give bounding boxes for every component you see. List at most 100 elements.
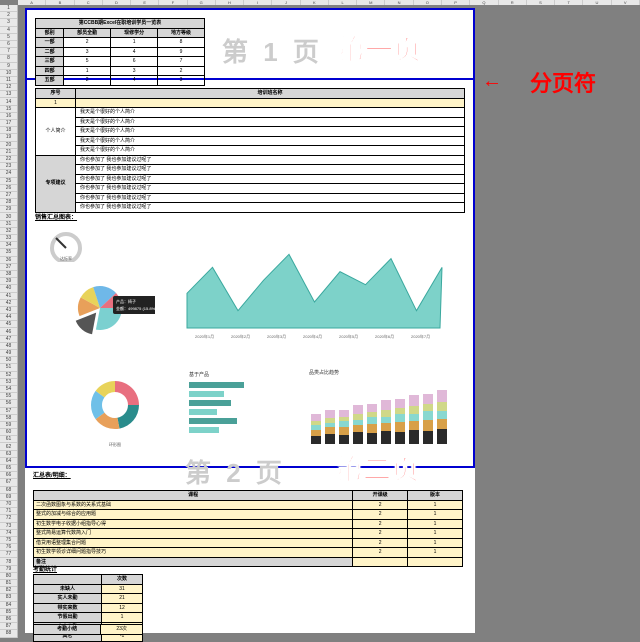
row-header[interactable]: 70	[0, 501, 17, 508]
row-header[interactable]: 37	[0, 264, 17, 271]
col-header[interactable]: B	[46, 0, 74, 5]
course-list-table[interactable]: 课程 开课级 版本 二次函数图象与系数的关系式基础21整式的加减与综合的应用题2…	[33, 490, 463, 567]
row-header[interactable]: 45	[0, 321, 17, 328]
row-header[interactable]: 52	[0, 372, 17, 379]
row-header[interactable]: 55	[0, 393, 17, 400]
row-header[interactable]: 85	[0, 609, 17, 616]
row-header[interactable]: 68	[0, 487, 17, 494]
row-header[interactable]: 9	[0, 63, 17, 70]
row-header[interactable]: 30	[0, 213, 17, 220]
row-header[interactable]: 19	[0, 134, 17, 141]
row-header[interactable]: 50	[0, 357, 17, 364]
column-headers[interactable]: 'ABCDEFGHIJKLMNOPQRSTUV'.split('').forEa…	[18, 0, 640, 5]
row-header[interactable]: 74	[0, 530, 17, 537]
row-header[interactable]: 32	[0, 228, 17, 235]
col-header[interactable]: M	[357, 0, 385, 5]
row-header[interactable]: 6	[0, 41, 17, 48]
row-header[interactable]: 15	[0, 106, 17, 113]
row-header[interactable]: 39	[0, 278, 17, 285]
row-header[interactable]: 34	[0, 242, 17, 249]
row-header[interactable]: 84	[0, 602, 17, 609]
row-header[interactable]: 40	[0, 285, 17, 292]
col-header[interactable]: A	[18, 0, 46, 5]
row-header[interactable]: 16	[0, 113, 17, 120]
col-header[interactable]: O	[414, 0, 442, 5]
row-header[interactable]: 28	[0, 199, 17, 206]
col-header[interactable]: E	[131, 0, 159, 5]
row-header[interactable]: 73	[0, 523, 17, 530]
row-header[interactable]: 61	[0, 436, 17, 443]
col-header[interactable]: D	[103, 0, 131, 5]
row-header[interactable]: 22	[0, 156, 17, 163]
col-header[interactable]: Q	[470, 0, 498, 5]
col-header[interactable]: G	[188, 0, 216, 5]
row-header[interactable]: 56	[0, 400, 17, 407]
col-header[interactable]: S	[527, 0, 555, 5]
col-header[interactable]: F	[159, 0, 187, 5]
row-header[interactable]: 77	[0, 551, 17, 558]
row-header[interactable]: 75	[0, 537, 17, 544]
row-header[interactable]: 27	[0, 192, 17, 199]
row-header[interactable]: 71	[0, 508, 17, 515]
row-header[interactable]: 12	[0, 84, 17, 91]
row-header[interactable]: 5	[0, 34, 17, 41]
row-header[interactable]: 76	[0, 544, 17, 551]
row-header[interactable]: 3	[0, 19, 17, 26]
row-header[interactable]: 42	[0, 300, 17, 307]
row-header[interactable]: 80	[0, 573, 17, 580]
col-header[interactable]: I	[244, 0, 272, 5]
col-header[interactable]: P	[442, 0, 470, 5]
row-header[interactable]: 13	[0, 91, 17, 98]
row-header[interactable]: 62	[0, 443, 17, 450]
top-summary-table[interactable]: 第CCBB期Excel在职培训学员一览表 部别 部员全勤 现修学分 地方等级 一…	[35, 18, 205, 86]
row-header[interactable]: 14	[0, 98, 17, 105]
col-header[interactable]: K	[301, 0, 329, 5]
row-header[interactable]: 21	[0, 149, 17, 156]
row-header[interactable]: 38	[0, 271, 17, 278]
row-header[interactable]: 59	[0, 422, 17, 429]
row-header[interactable]: 41	[0, 293, 17, 300]
row-header[interactable]: 29	[0, 206, 17, 213]
row-header[interactable]: 49	[0, 350, 17, 357]
col-header[interactable]: T	[555, 0, 583, 5]
row-header[interactable]: 44	[0, 314, 17, 321]
col-header[interactable]: H	[216, 0, 244, 5]
col-header[interactable]: L	[329, 0, 357, 5]
row-header[interactable]: 18	[0, 127, 17, 134]
row-header[interactable]: 57	[0, 408, 17, 415]
row-header[interactable]: 25	[0, 178, 17, 185]
row-header[interactable]: 65	[0, 465, 17, 472]
row-header[interactable]: 43	[0, 307, 17, 314]
row-header[interactable]: 47	[0, 336, 17, 343]
row-header[interactable]: 35	[0, 249, 17, 256]
row-header[interactable]: 24	[0, 170, 17, 177]
row-header[interactable]: 69	[0, 494, 17, 501]
row-header[interactable]: 63	[0, 451, 17, 458]
row-header[interactable]: 20	[0, 142, 17, 149]
row-header[interactable]: 26	[0, 185, 17, 192]
row-header[interactable]: 23	[0, 163, 17, 170]
row-header[interactable]: 86	[0, 616, 17, 623]
row-header[interactable]: 31	[0, 221, 17, 228]
row-header[interactable]: 46	[0, 328, 17, 335]
row-header[interactable]: 36	[0, 257, 17, 264]
col-header[interactable]: J	[272, 0, 300, 5]
row-header[interactable]: 8	[0, 55, 17, 62]
row-header[interactable]: 72	[0, 515, 17, 522]
row-header[interactable]: 51	[0, 364, 17, 371]
row-header[interactable]: 1	[0, 5, 17, 12]
row-header[interactable]: 11	[0, 77, 17, 84]
row-header[interactable]: 2	[0, 12, 17, 19]
row-header[interactable]: 10	[0, 70, 17, 77]
row-header[interactable]: 53	[0, 379, 17, 386]
col-header[interactable]: C	[75, 0, 103, 5]
row-headers[interactable]: for(let i=1;i<=88;i++)document.write('<d…	[0, 5, 18, 638]
col-header[interactable]: V	[612, 0, 640, 5]
row-header[interactable]: 17	[0, 120, 17, 127]
row-header[interactable]: 58	[0, 415, 17, 422]
intro-table[interactable]: 序号 培训班名称 1 个人简介我天是个很好的个人简介 我天是个很好的个人简介 我…	[35, 88, 465, 213]
col-header[interactable]: U	[583, 0, 611, 5]
row-header[interactable]: 79	[0, 566, 17, 573]
col-header[interactable]: N	[385, 0, 413, 5]
row-header[interactable]: 78	[0, 558, 17, 565]
